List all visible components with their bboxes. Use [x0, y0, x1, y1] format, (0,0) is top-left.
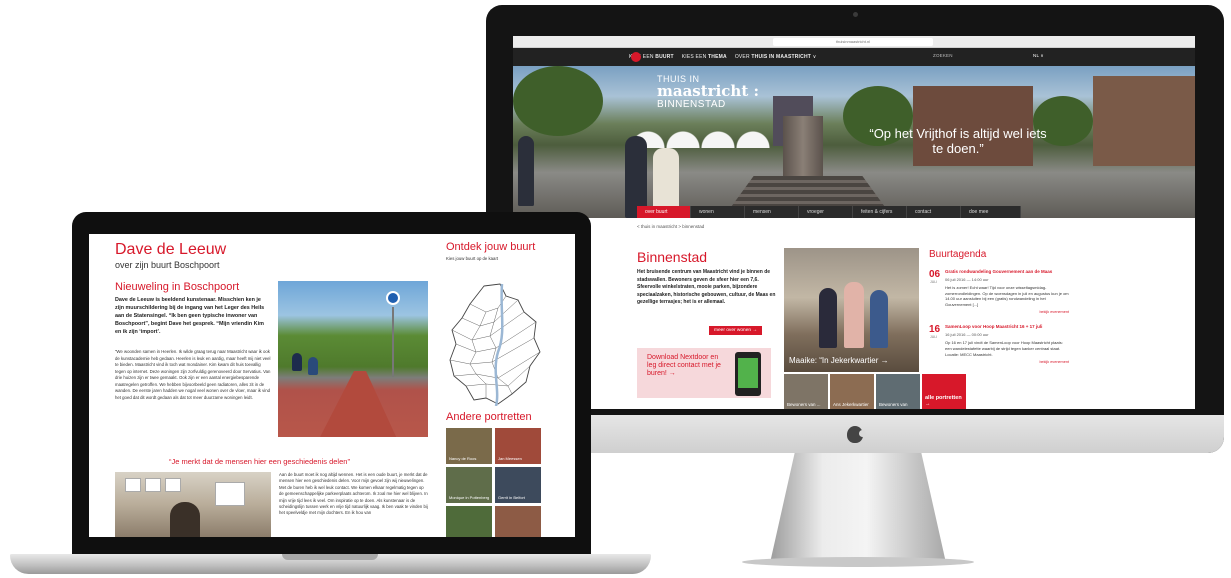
nav-over[interactable]: OVER THUIS IN MAASTRICHT ∨: [735, 54, 817, 60]
ontdek-buurt: Ontdek jouw buurt Kies jouw buurt op de …: [446, 241, 556, 261]
portraits-grid: Nancy de Roos Jan Meessen Monique in Pot…: [446, 428, 542, 537]
meer-over-wonen-button[interactable]: meer over wonen →: [709, 326, 763, 335]
laptop-notch: [282, 554, 378, 560]
side-title: Ontdek jouw buurt: [446, 241, 536, 253]
cyclists-photo: [278, 281, 428, 437]
tab-wonen[interactable]: wonen: [691, 206, 745, 218]
cyclist: [308, 357, 318, 375]
camera: [853, 12, 858, 17]
building: [1093, 76, 1195, 166]
bike-path: [318, 371, 398, 437]
buurtagenda: Buurtagenda 06 JULI Gratis rondwandeling…: [929, 249, 1069, 374]
laptop-base: [10, 554, 651, 574]
bike-sign-icon: [386, 291, 400, 305]
portrait-thumb[interactable]: Jan Meessen: [495, 428, 541, 464]
search-link[interactable]: ZOEKEN: [933, 53, 953, 58]
alle-portretten-button[interactable]: alle portretten →: [922, 374, 966, 409]
tab-feiten[interactable]: feiten & cijfers: [853, 206, 907, 218]
tab-contact[interactable]: contact: [907, 206, 961, 218]
market-tents: [633, 126, 783, 148]
photo-frame: [125, 478, 141, 492]
portrait-name: Dave de Leeuw: [115, 241, 227, 258]
photo-frame: [145, 478, 161, 492]
hero-title: THUIS IN maastricht : BINNENSTAD: [657, 74, 760, 110]
portrait-thumb[interactable]: Bewoners van ...: [784, 374, 828, 409]
main-nav: KIES EEN BUURT KIES EEN THEMA OVER THUIS…: [513, 48, 1195, 66]
monitor-chin: [486, 415, 1224, 453]
portrait-thumb[interactable]: Bewoners van: [876, 374, 920, 409]
portrait-thumb[interactable]: Gerrit in Belfort: [495, 467, 541, 503]
intro-text: Het bruisende centrum van Maastricht vin…: [637, 269, 776, 305]
tree: [513, 66, 603, 136]
family-photo[interactable]: Maaike: “In Jekerkwartier →: [784, 248, 919, 372]
pull-quote: “Je merkt dat de mensen hier een geschie…: [169, 457, 350, 466]
bekijk-evenement-link[interactable]: bekijk evenement: [945, 310, 1069, 314]
photo-caption: Maaike: “In Jekerkwartier →: [789, 356, 889, 365]
browser-bar: thuisinmaastricht.nl: [513, 36, 1195, 48]
person: [170, 502, 200, 537]
section-title: Nieuweling in Boschpoort: [115, 281, 240, 293]
url-bar[interactable]: thuisinmaastricht.nl: [773, 38, 933, 46]
nextdoor-promo[interactable]: Download Nextdoor en leg direct contact …: [637, 348, 771, 398]
site-logo-icon[interactable]: [631, 52, 641, 62]
body-text: “We woonden samen in Heerlen. Ik wilde g…: [115, 349, 271, 400]
agenda-title: Buurtagenda: [929, 249, 987, 260]
cyclist: [292, 353, 302, 371]
laptop-screen: Dave de Leeuw over zijn buurt Boschpoort…: [89, 234, 575, 537]
bekijk-evenement-link[interactable]: bekijk evenement: [945, 360, 1069, 364]
portrait-thumb[interactable]: [446, 506, 492, 537]
apple-logo-icon: [847, 426, 866, 443]
page-title: Binnenstad: [637, 249, 708, 265]
breadcrumb[interactable]: < thuis in maastricht > binnenstad: [637, 224, 704, 229]
nav-kies-thema[interactable]: KIES EEN THEMA: [682, 54, 727, 60]
interior-photo: [115, 472, 271, 537]
person: [870, 290, 888, 348]
portrait-thumb[interactable]: Nancy de Roos: [446, 428, 492, 464]
portrait-subtitle: over zijn buurt Boschpoort: [115, 260, 220, 270]
body-text-2: Aan de buurt moet ik nog altijd wennen. …: [279, 472, 428, 516]
tab-over-buurt[interactable]: over buurt: [637, 206, 691, 218]
stand-shadow: [742, 557, 974, 567]
phone-icon: [735, 352, 761, 396]
section-tabs: over buurt wonen mensen vroeger feiten &…: [637, 206, 1021, 218]
other-portraits-title: Andere portretten: [446, 411, 532, 423]
promo-text: Download Nextdoor en leg direct contact …: [647, 354, 721, 377]
person: [819, 288, 837, 348]
portrait-thumb[interactable]: Ans Jekerkwartier: [830, 374, 874, 409]
person: [518, 136, 534, 206]
hero-image: THUIS IN maastricht : BINNENSTAD “Op het…: [513, 66, 1195, 218]
photo-frame: [215, 482, 245, 506]
tab-mensen[interactable]: mensen: [745, 206, 799, 218]
language-select[interactable]: NL ∨: [1033, 53, 1044, 59]
tab-vroeger[interactable]: vroeger: [799, 206, 853, 218]
tab-doe-mee[interactable]: doe mee: [961, 206, 1021, 218]
intro-text: Dave de Leeuw is beeldend kunstenaar. Mi…: [115, 297, 265, 335]
hero-quote: “Op het Vrijthof is altijd wel iets te d…: [869, 126, 1047, 156]
side-subtitle: Kies jouw buurt op de kaart: [446, 256, 499, 261]
neighbourhood-map[interactable]: [446, 282, 542, 406]
person: [844, 282, 864, 348]
photo-frame: [165, 478, 181, 492]
portrait-thumb[interactable]: Monique in Pottenberg: [446, 467, 492, 503]
monitor-stand: [770, 453, 946, 563]
portrait-thumbs: Bewoners van ... Ans Jekerkwartier Bewon…: [784, 374, 966, 409]
portrait-thumb[interactable]: [495, 506, 541, 537]
sign-pole: [392, 307, 394, 377]
desktop-screen: thuisinmaastricht.nl KIES EEN BUURT KIES…: [513, 36, 1195, 409]
agenda-item[interactable]: 16 JULI SamenLoop voor Hoop Maastricht 1…: [929, 324, 1069, 364]
agenda-item[interactable]: 06 JULI Gratis rondwandeling Gouvernemen…: [929, 269, 1069, 314]
